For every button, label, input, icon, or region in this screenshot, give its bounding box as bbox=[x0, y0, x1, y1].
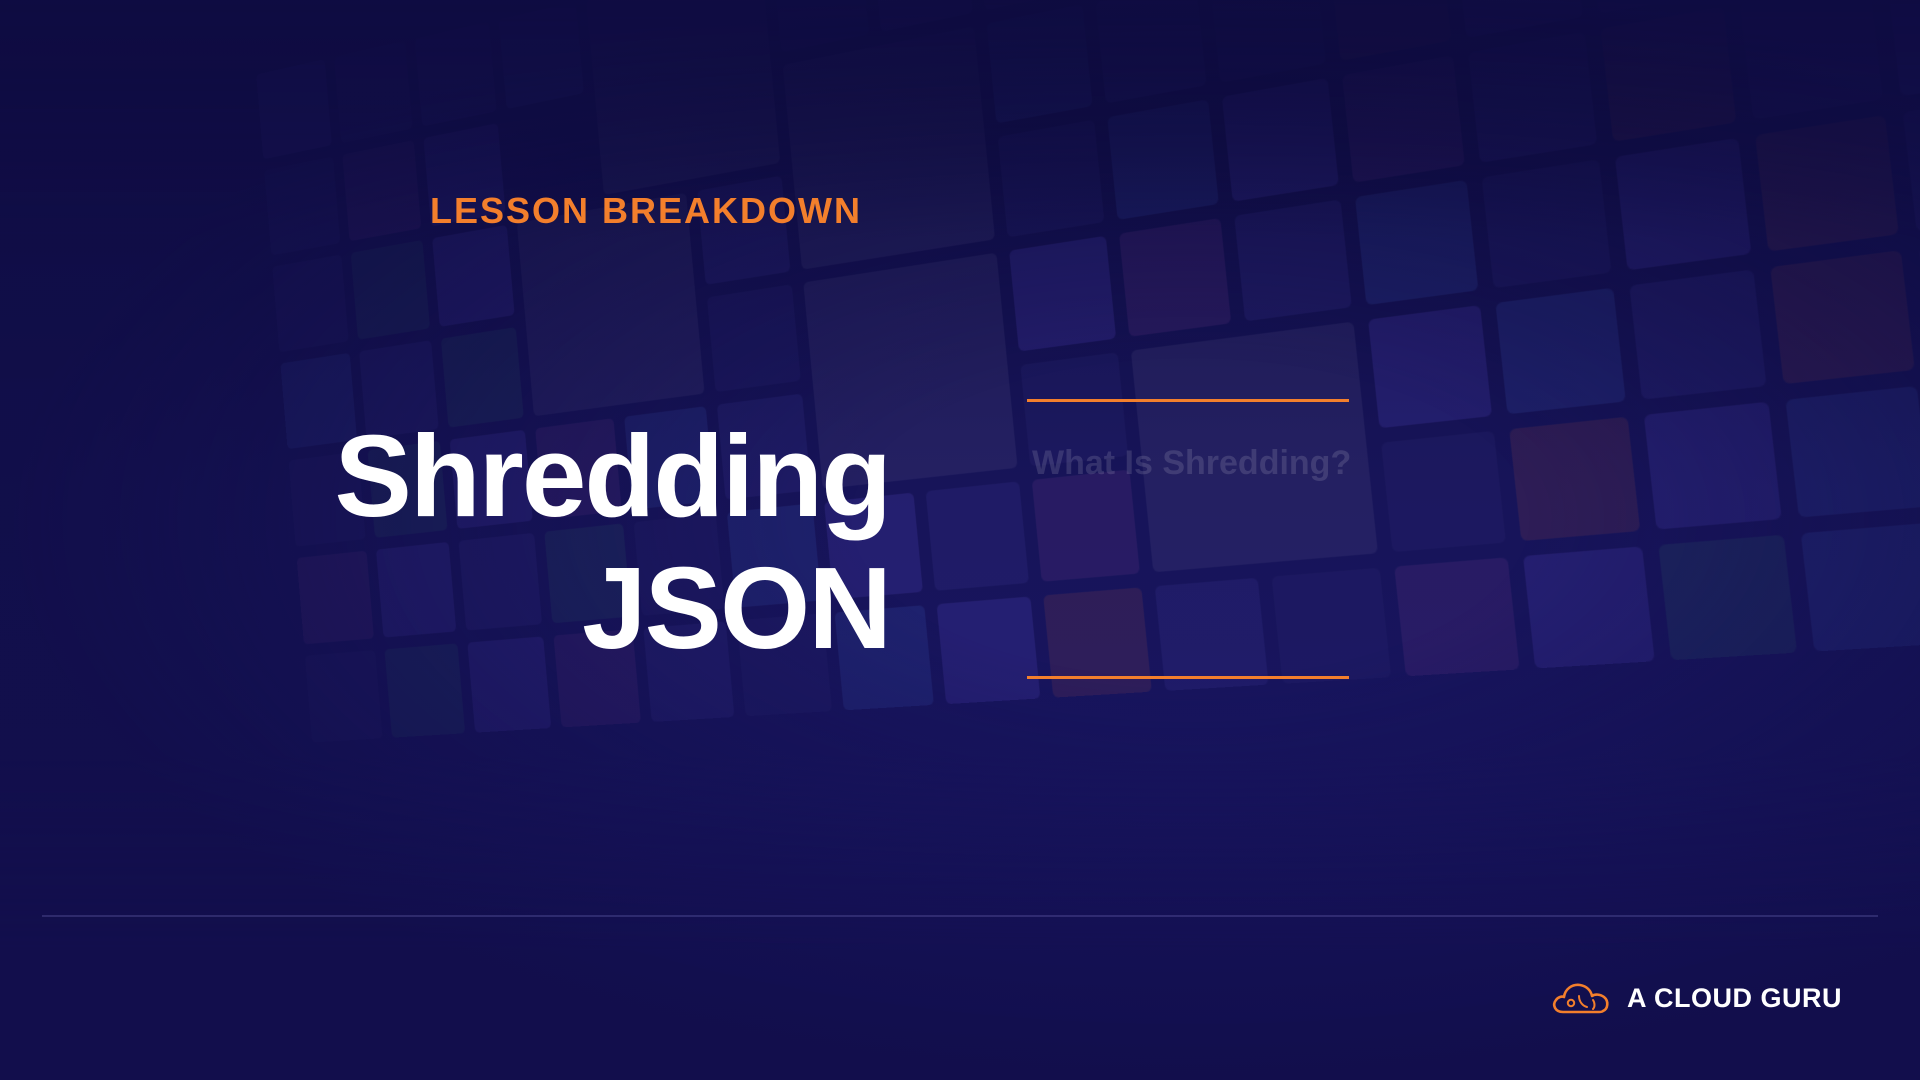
brand-lockup: A CLOUD GURU bbox=[1549, 978, 1842, 1018]
lesson-title: Shredding JSON bbox=[334, 410, 890, 674]
lesson-slide: LESSON BREAKDOWN Shredding JSON What Is … bbox=[0, 0, 1920, 1080]
footer-divider bbox=[42, 915, 1878, 917]
topic-subtitle: What Is Shredding? bbox=[1032, 444, 1351, 483]
brand-name: A CLOUD GURU bbox=[1627, 983, 1842, 1014]
lesson-title-line: JSON bbox=[334, 542, 890, 674]
cloud-logo-icon bbox=[1549, 978, 1613, 1018]
accent-rule-bottom bbox=[1027, 676, 1349, 679]
accent-rule-top bbox=[1027, 399, 1349, 402]
lesson-kicker: LESSON BREAKDOWN bbox=[430, 190, 862, 232]
lesson-title-line: Shredding bbox=[334, 410, 890, 542]
background-vignette bbox=[0, 0, 1920, 1080]
